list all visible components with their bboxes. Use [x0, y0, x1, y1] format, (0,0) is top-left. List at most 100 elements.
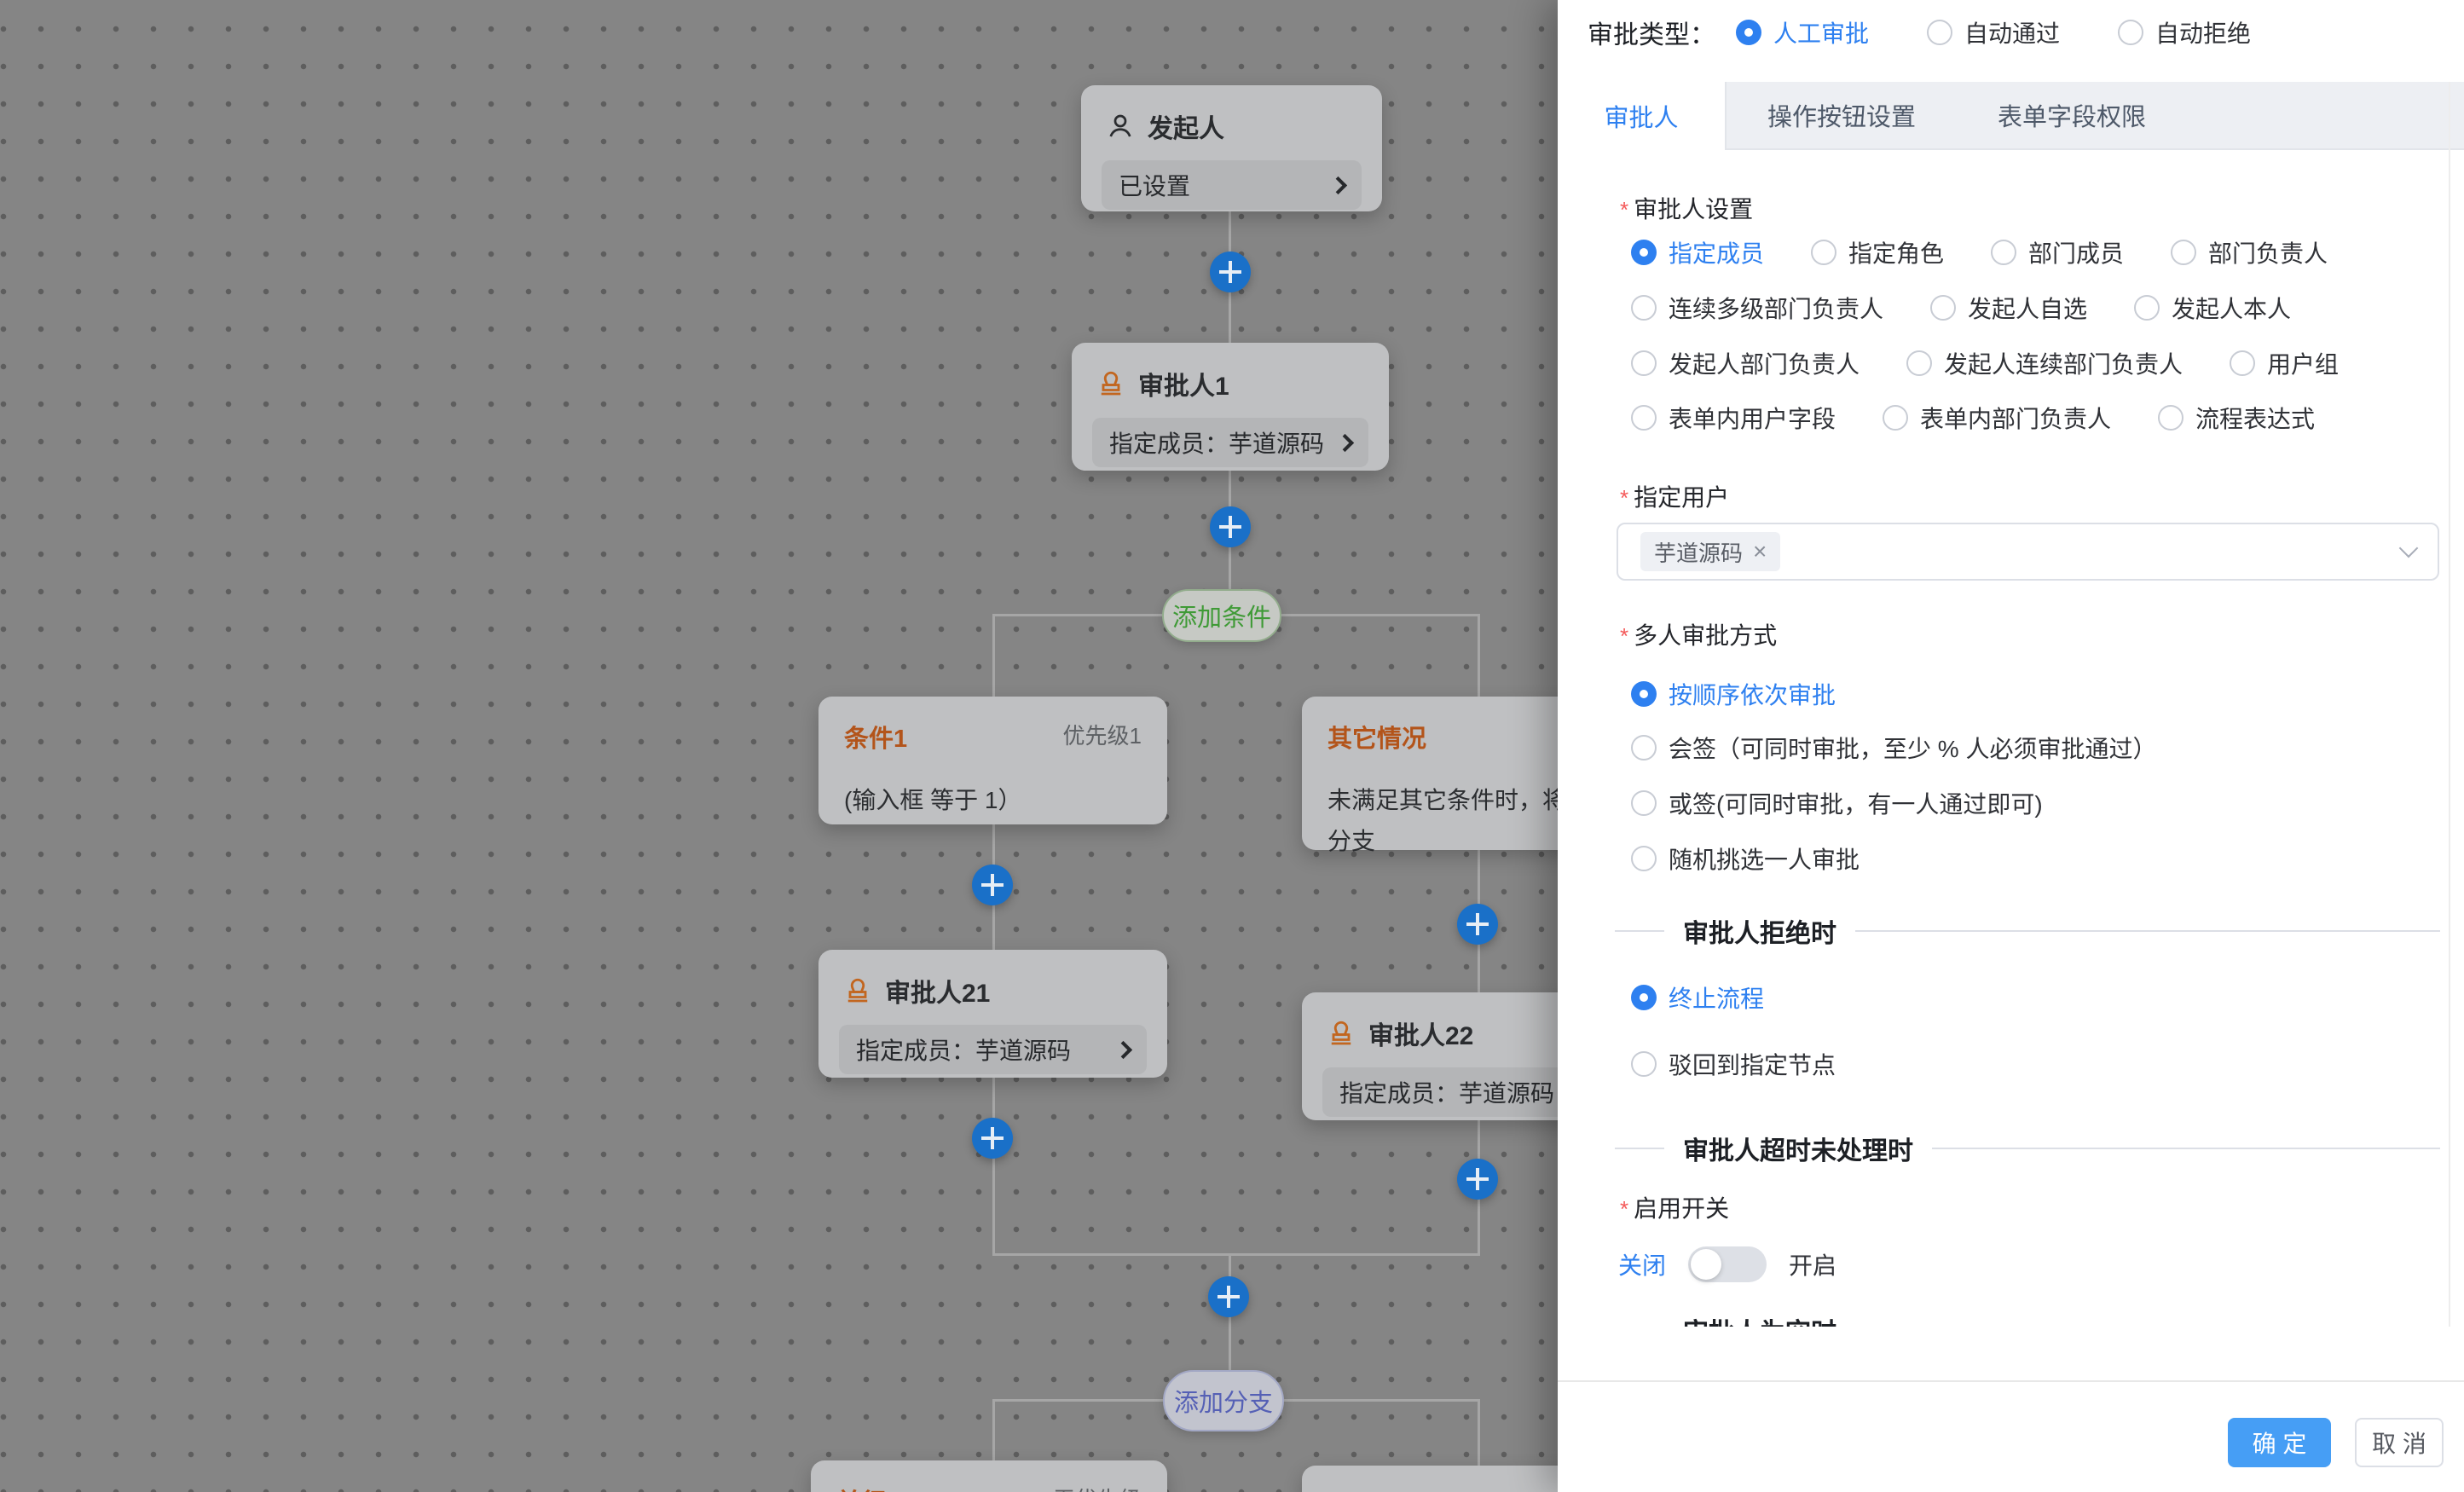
radio-orsign[interactable]: 或签(可同时审批，有一人通过即可) — [1631, 786, 2043, 820]
node-summary: 指定成员：芋道源码 — [1109, 425, 1328, 460]
scrollbar-track[interactable] — [2449, 82, 2450, 1327]
radio-label: 自动拒绝 — [2155, 15, 2251, 49]
radio-terminate-flow[interactable]: 终止流程 — [1631, 980, 1764, 1015]
switch-on-label: 开启 — [1789, 1247, 1836, 1281]
approve-node-config-drawer: 审批类型： 人工审批 自动通过 自动拒绝 操作按钮设置 表单字段权限 审批人 — [1558, 0, 2464, 1492]
radio-user-group[interactable]: 用户组 — [2230, 346, 2339, 380]
multi-mode-label: *多人审批方式 — [1620, 617, 1777, 651]
radio-selected-icon — [1736, 20, 1761, 45]
add-node-button[interactable] — [1208, 1276, 1249, 1317]
node-summary-row[interactable]: 已设置 — [1102, 160, 1362, 210]
radio-icon — [1991, 240, 2016, 265]
connector-line — [992, 614, 995, 697]
radio-icon — [1930, 295, 1956, 321]
approver-type-row3: 发起人部门负责人 发起人连续部门负责人 用户组 — [1631, 346, 2339, 380]
drawer-scroll-area[interactable]: *审批人设置 指定成员 指定角色 部门成员 — [1558, 150, 2464, 1327]
add-node-button[interactable] — [1457, 904, 1498, 945]
condition-title: 条件1 — [844, 719, 907, 755]
chevron-right-icon — [1336, 433, 1354, 451]
radio-form-user-field[interactable]: 表单内用户字段 — [1631, 401, 1836, 435]
node-summary-row[interactable]: 指定成员：芋道源码 — [1092, 418, 1368, 467]
radio-multi-level-dept-leader[interactable]: 连续多级部门负责人 — [1631, 291, 1883, 325]
radio-icon — [1631, 295, 1657, 321]
condition-priority: 优先级1 — [1063, 719, 1142, 750]
radio-selected-icon — [1631, 985, 1657, 1010]
radio-assign-role[interactable]: 指定角色 — [1811, 235, 1944, 269]
radio-sequential-approve[interactable]: 按顺序依次审批 — [1631, 677, 1836, 711]
required-asterisk: * — [1620, 1196, 1628, 1222]
radio-dept-leader[interactable]: 部门负责人 — [2171, 235, 2328, 269]
radio-countersign[interactable]: 会签（可同时审批，至少 % 人必须审批通过） — [1631, 731, 2156, 765]
config-tabs: 操作按钮设置 表单字段权限 审批人 — [1558, 82, 2464, 150]
add-condition-button[interactable]: 添加条件 — [1162, 589, 1281, 642]
node-summary: 已设置 — [1119, 168, 1322, 202]
radio-icon — [1631, 1051, 1657, 1077]
radio-label: 人工审批 — [1773, 15, 1869, 49]
condition1-node[interactable]: 条件1 优先级1 (输入框 等于 1） — [818, 697, 1167, 824]
add-node-button[interactable] — [1210, 252, 1251, 292]
approver-setting-label: *审批人设置 — [1620, 191, 1753, 225]
empty-approver-section-divider: 审批人为空时 — [1615, 1311, 2440, 1327]
add-node-button[interactable] — [972, 865, 1013, 905]
radio-icon — [1883, 405, 1908, 431]
stamp-icon — [1326, 1018, 1356, 1049]
radio-icon — [1631, 735, 1657, 760]
tab-action-buttons[interactable]: 操作按钮设置 — [1727, 81, 1957, 149]
reject-section-title: 审批人拒绝时 — [1683, 912, 1836, 950]
approver-type-row2: 连续多级部门负责人 发起人自选 发起人本人 — [1631, 291, 2291, 325]
user-tag-label: 芋道源码 — [1654, 536, 1743, 568]
radio-auto-pass[interactable]: 自动通过 — [1927, 15, 2060, 49]
radio-initiator-multi-dept-leader[interactable]: 发起人连续部门负责人 — [1906, 346, 2183, 380]
drawer-footer: 确 定 取 消 — [1558, 1380, 2464, 1492]
add-node-button[interactable] — [1210, 506, 1251, 547]
node-title: 审批人1 — [1138, 365, 1229, 402]
confirm-button[interactable]: 确 定 — [2228, 1418, 2331, 1467]
connector-line — [1478, 1399, 1480, 1466]
add-node-button[interactable] — [972, 1118, 1013, 1159]
radio-icon — [1631, 350, 1657, 376]
switch-knob — [1691, 1249, 1721, 1280]
branch-priority: 无优先级 — [1053, 1483, 1142, 1492]
radio-manual-approve[interactable]: 人工审批 — [1736, 15, 1869, 49]
assign-user-select[interactable]: 芋道源码 × — [1617, 523, 2439, 581]
radio-initiator-self[interactable]: 发起人本人 — [2134, 291, 2291, 325]
approval-type-row: 审批类型： 人工审批 自动通过 自动拒绝 — [1588, 14, 2251, 51]
chevron-right-icon — [1114, 1040, 1132, 1058]
radio-dept-member[interactable]: 部门成员 — [1991, 235, 2124, 269]
tag-close-icon[interactable]: × — [1753, 538, 1767, 565]
radio-form-dept-leader[interactable]: 表单内部门负责人 — [1883, 401, 2111, 435]
branch-merge-line — [992, 1253, 1480, 1256]
approver21-node[interactable]: 审批人21 指定成员：芋道源码 — [818, 950, 1167, 1078]
timeout-enable-switch[interactable] — [1688, 1246, 1767, 1282]
parallel1-node[interactable]: 并行1 无优先级 — [811, 1460, 1167, 1492]
radio-icon — [1631, 790, 1657, 816]
radio-icon — [1631, 846, 1657, 871]
radio-initiator-choose[interactable]: 发起人自选 — [1930, 291, 2087, 325]
radio-auto-reject[interactable]: 自动拒绝 — [2118, 15, 2251, 49]
radio-random-one[interactable]: 随机挑选一人审批 — [1631, 841, 1860, 876]
radio-icon — [1906, 350, 1932, 376]
radio-initiator-dept-leader[interactable]: 发起人部门负责人 — [1631, 346, 1860, 380]
stamp-icon — [1096, 368, 1126, 399]
cancel-button[interactable]: 取 消 — [2355, 1418, 2444, 1467]
required-asterisk: * — [1620, 485, 1628, 511]
radio-flow-expression[interactable]: 流程表达式 — [2158, 401, 2315, 435]
add-branch-button[interactable]: 添加分支 — [1163, 1370, 1284, 1431]
radio-selected-icon — [1631, 240, 1657, 265]
tab-approver[interactable]: 审批人 — [1558, 82, 1725, 150]
approver1-node[interactable]: 审批人1 指定成员：芋道源码 — [1072, 343, 1389, 471]
add-node-button[interactable] — [1457, 1159, 1498, 1200]
radio-return-to-node[interactable]: 驳回到指定节点 — [1631, 1047, 1836, 1081]
tabs-header: 操作按钮设置 表单字段权限 — [1725, 82, 2464, 150]
tab-form-field-permission[interactable]: 表单字段权限 — [1957, 81, 2187, 149]
timeout-section-divider: 审批人超时未处理时 — [1615, 1130, 2440, 1167]
branch-title: 并行1 — [836, 1483, 899, 1492]
add-condition-label: 添加条件 — [1172, 598, 1271, 633]
assign-user-label: *指定用户 — [1620, 479, 1729, 513]
switch-off-label: 关闭 — [1618, 1247, 1666, 1281]
required-asterisk: * — [1620, 197, 1628, 223]
start-node[interactable]: 发起人 已设置 — [1081, 85, 1382, 211]
node-summary-row[interactable]: 指定成员：芋道源码 — [839, 1025, 1147, 1074]
radio-assign-member[interactable]: 指定成员 — [1631, 235, 1764, 269]
radio-icon — [2171, 240, 2196, 265]
